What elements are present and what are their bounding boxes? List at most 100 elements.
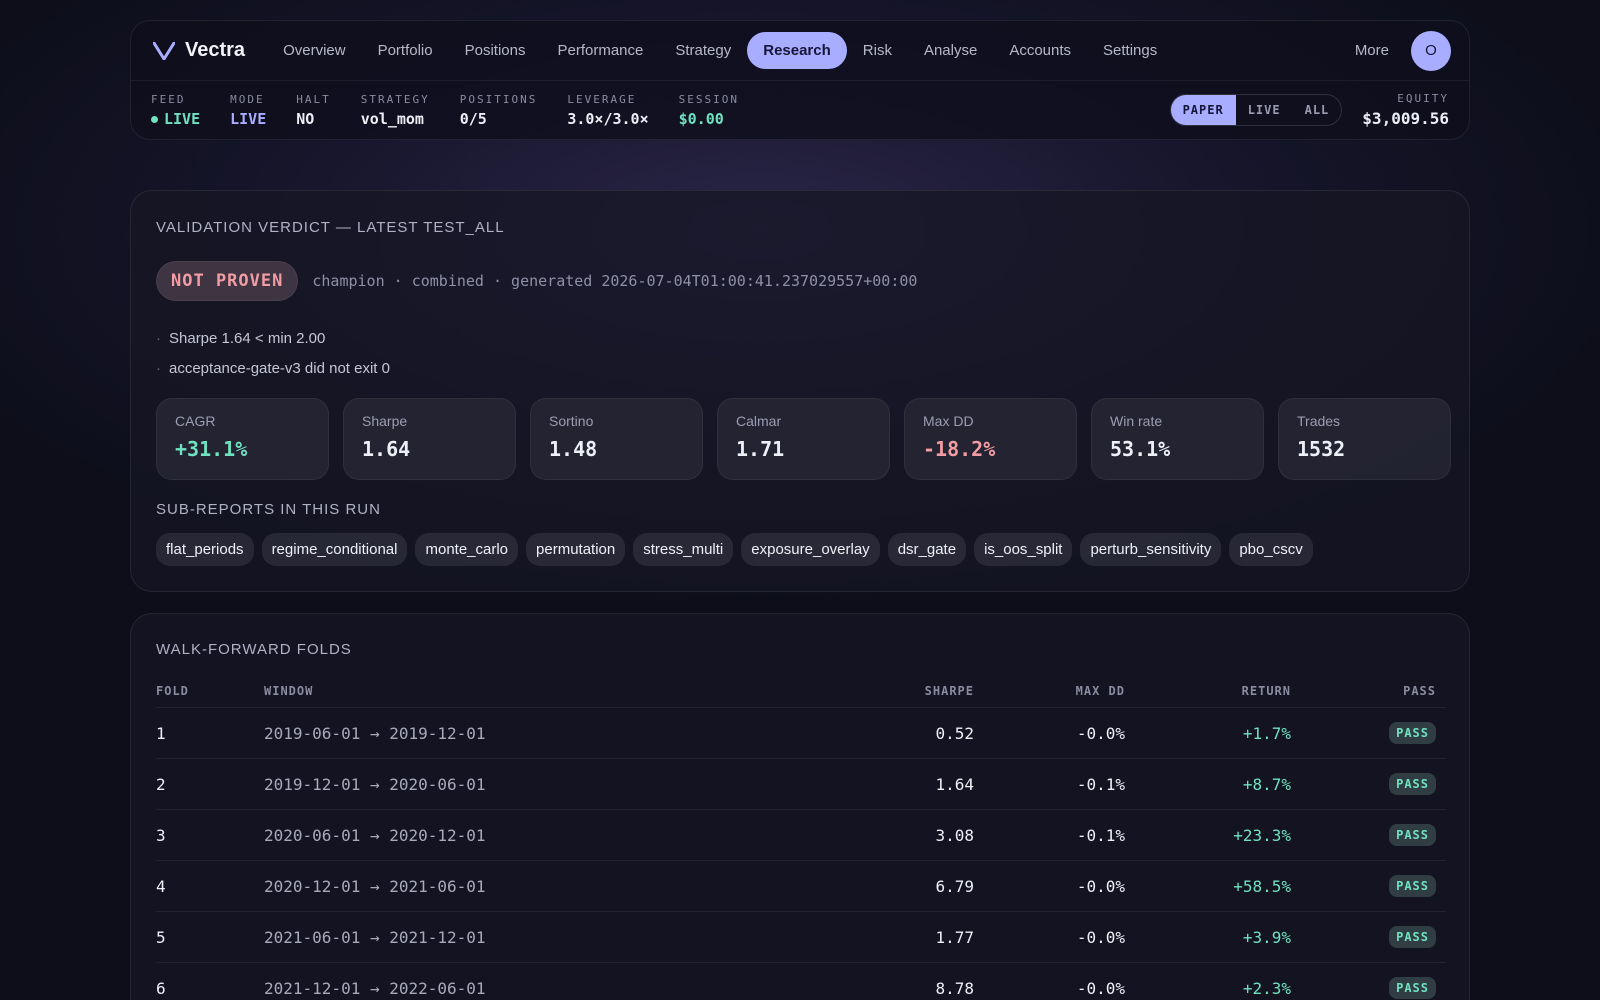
- stat-positions: POSITIONS 0/5: [460, 93, 538, 128]
- cell-window: 2021-12-01 → 2022-06-01: [264, 978, 486, 998]
- stat-session: SESSION $0.00: [679, 93, 739, 128]
- top-bar: Vectra Overview Portfolio Positions Perf…: [130, 20, 1470, 140]
- verdict-row: NOT PROVEN champion · combined · generat…: [156, 261, 917, 301]
- cell-fold: 3: [156, 825, 166, 845]
- cell-max-dd: -0.0%: [1076, 723, 1125, 743]
- cell-window: 2020-06-01 → 2020-12-01: [264, 825, 486, 845]
- nav-item-performance[interactable]: Performance: [541, 32, 659, 69]
- walk-forward-folds-card: WALK-FORWARD FOLDS FOLD WINDOW SHARPE MA…: [130, 613, 1470, 1000]
- toggle-paper[interactable]: PAPER: [1170, 95, 1236, 125]
- metric-value: 53.1%: [1110, 437, 1171, 461]
- nav-item-overview[interactable]: Overview: [267, 32, 362, 69]
- stat-leverage: LEVERAGE 3.0×/3.0×: [567, 93, 648, 128]
- metric-max-dd: Max DD -18.2%: [904, 398, 1077, 480]
- cell-sharpe: 1.64: [935, 774, 974, 794]
- subreport-chip[interactable]: perturb_sensitivity: [1080, 533, 1222, 566]
- col-sharpe[interactable]: SHARPE: [714, 684, 974, 698]
- metric-trades: Trades 1532: [1278, 398, 1451, 480]
- toggle-all[interactable]: ALL: [1293, 95, 1342, 125]
- subreport-chip[interactable]: stress_multi: [633, 533, 734, 566]
- metric-sharpe: Sharpe 1.64: [343, 398, 516, 480]
- table-row[interactable]: 2 2019-12-01 → 2020-06-01 1.64 -0.1% +8.…: [156, 759, 1446, 810]
- cell-fold: 4: [156, 876, 166, 896]
- table-row[interactable]: 6 2021-12-01 → 2022-06-01 8.78 -0.0% +2.…: [156, 963, 1446, 1000]
- nav-item-analyse[interactable]: Analyse: [908, 32, 993, 69]
- table-row[interactable]: 5 2021-06-01 → 2021-12-01 1.77 -0.0% +3.…: [156, 912, 1446, 963]
- pass-badge: PASS: [1389, 824, 1436, 846]
- cell-sharpe: 6.79: [935, 876, 974, 896]
- stat-equity-label: EQUITY: [1397, 92, 1449, 105]
- cell-return: +58.5%: [1233, 876, 1291, 896]
- stat-positions-value: 0/5: [459, 109, 487, 128]
- subreport-chip[interactable]: dsr_gate: [887, 533, 967, 566]
- subreport-chip[interactable]: pbo_cscv: [1229, 533, 1313, 566]
- metric-label: Sharpe: [362, 413, 408, 429]
- metric-value: 1532: [1297, 437, 1346, 461]
- brand[interactable]: Vectra: [153, 39, 245, 62]
- pass-badge: PASS: [1389, 977, 1436, 999]
- nav-item-positions[interactable]: Positions: [449, 32, 542, 69]
- subreport-chip[interactable]: is_oos_split: [974, 533, 1073, 566]
- cell-sharpe: 8.78: [935, 978, 974, 998]
- cell-return: +2.3%: [1242, 978, 1291, 998]
- nav-item-accounts[interactable]: Accounts: [993, 32, 1087, 69]
- col-fold[interactable]: FOLD: [156, 684, 264, 698]
- metric-calmar: Calmar 1.71: [717, 398, 890, 480]
- nav-item-settings[interactable]: Settings: [1087, 32, 1173, 69]
- subreport-chip[interactable]: monte_carlo: [415, 533, 519, 566]
- metric-sortino: Sortino 1.48: [530, 398, 703, 480]
- pass-badge: PASS: [1389, 875, 1436, 897]
- table-header: FOLD WINDOW SHARPE MAX DD RETURN PASS: [156, 674, 1446, 708]
- avatar[interactable]: O: [1411, 30, 1451, 71]
- nav-item-research[interactable]: Research: [747, 32, 847, 69]
- col-window[interactable]: WINDOW: [264, 684, 714, 698]
- cell-return: +3.9%: [1242, 927, 1291, 947]
- stat-strategy-label: STRATEGY: [360, 92, 430, 106]
- metric-value: 1.48: [549, 437, 598, 461]
- brand-name: Vectra: [185, 39, 246, 61]
- main-nav: Overview Portfolio Positions Performance…: [267, 32, 1355, 69]
- col-return[interactable]: RETURN: [1125, 684, 1291, 698]
- cell-max-dd: -0.0%: [1076, 927, 1125, 947]
- toggle-live[interactable]: LIVE: [1236, 95, 1293, 125]
- stat-feed-value: LIVE: [164, 109, 201, 128]
- stat-positions-label: POSITIONS: [459, 92, 538, 106]
- col-max-dd[interactable]: MAX DD: [974, 684, 1125, 698]
- cell-window: 2019-12-01 → 2020-06-01: [264, 774, 486, 794]
- vectra-logo-icon: [153, 41, 175, 60]
- table-row[interactable]: 1 2019-06-01 → 2019-12-01 0.52 -0.0% +1.…: [156, 708, 1446, 759]
- metric-label: Trades: [1297, 413, 1341, 429]
- stat-mode-label: MODE: [230, 92, 265, 106]
- metric-label: Win rate: [1110, 413, 1163, 429]
- stat-session-label: SESSION: [678, 92, 739, 106]
- stat-halt-value: NO: [296, 109, 315, 128]
- verdict-reasons: Sharpe 1.64 < min 2.00 acceptance-gate-v…: [156, 323, 390, 383]
- cell-fold: 6: [156, 978, 166, 998]
- metric-value: 1.64: [362, 437, 411, 461]
- verdict-reason: Sharpe 1.64 < min 2.00: [156, 323, 390, 353]
- metric-label: Sortino: [549, 413, 594, 429]
- table-row[interactable]: 3 2020-06-01 → 2020-12-01 3.08 -0.1% +23…: [156, 810, 1446, 861]
- subreport-chip[interactable]: exposure_overlay: [741, 533, 880, 566]
- more-menu[interactable]: More: [1355, 42, 1389, 59]
- subreport-chip[interactable]: permutation: [526, 533, 626, 566]
- nav-item-strategy[interactable]: Strategy: [659, 32, 747, 69]
- subreport-chip[interactable]: regime_conditional: [261, 533, 408, 566]
- verdict-meta: champion · combined · generated 2026-07-…: [312, 272, 918, 290]
- verdict-title: VALIDATION VERDICT — LATEST TEST_ALL: [156, 219, 505, 236]
- stat-halt: HALT NO: [296, 93, 331, 128]
- stat-leverage-label: LEVERAGE: [567, 92, 637, 106]
- stat-mode-value: LIVE: [230, 109, 267, 128]
- cell-max-dd: -0.1%: [1076, 825, 1125, 845]
- metrics-row: CAGR +31.1% Sharpe 1.64 Sortino 1.48 Cal…: [156, 398, 1451, 480]
- subreport-chip[interactable]: flat_periods: [156, 533, 254, 566]
- nav-item-risk[interactable]: Risk: [847, 32, 908, 69]
- metric-label: Calmar: [736, 413, 782, 429]
- cell-max-dd: -0.0%: [1076, 876, 1125, 896]
- col-pass[interactable]: PASS: [1291, 684, 1436, 698]
- nav-item-portfolio[interactable]: Portfolio: [362, 32, 449, 69]
- stat-strategy: STRATEGY vol_mom: [361, 93, 430, 128]
- metric-label: Max DD: [923, 413, 974, 429]
- table-row[interactable]: 4 2020-12-01 → 2021-06-01 6.79 -0.0% +58…: [156, 861, 1446, 912]
- metric-label: CAGR: [175, 413, 216, 429]
